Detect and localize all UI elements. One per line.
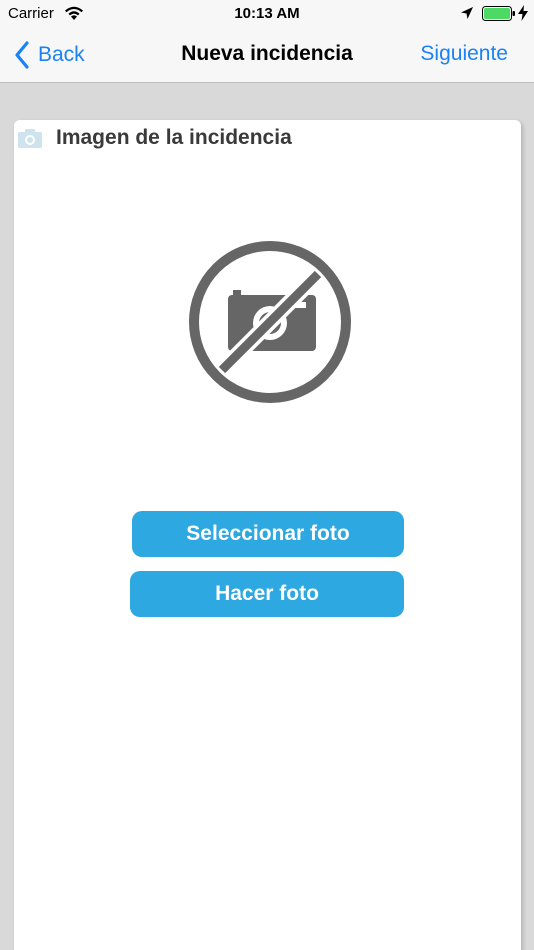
status-bar: Carrier 10:13 AM	[0, 0, 534, 28]
select-photo-button[interactable]: Seleccionar foto	[132, 511, 404, 557]
next-button[interactable]: Siguiente	[420, 42, 508, 66]
no-camera-icon	[189, 241, 351, 403]
location-arrow-icon	[461, 7, 473, 19]
take-photo-button[interactable]: Hacer foto	[130, 571, 404, 617]
card-header: Imagen de la incidencia	[18, 124, 292, 152]
camera-icon	[18, 129, 42, 148]
screen: Carrier 10:13 AM Back Nueva incidencia S…	[0, 0, 534, 950]
card-title: Imagen de la incidencia	[56, 126, 292, 149]
battery-icon	[482, 6, 515, 21]
charging-bolt-icon	[518, 5, 528, 21]
navigation-bar: Back Nueva incidencia Siguiente	[0, 28, 534, 83]
incident-image-card: Imagen de la incidencia Seleccionar foto…	[14, 120, 521, 950]
clock: 10:13 AM	[234, 5, 300, 22]
